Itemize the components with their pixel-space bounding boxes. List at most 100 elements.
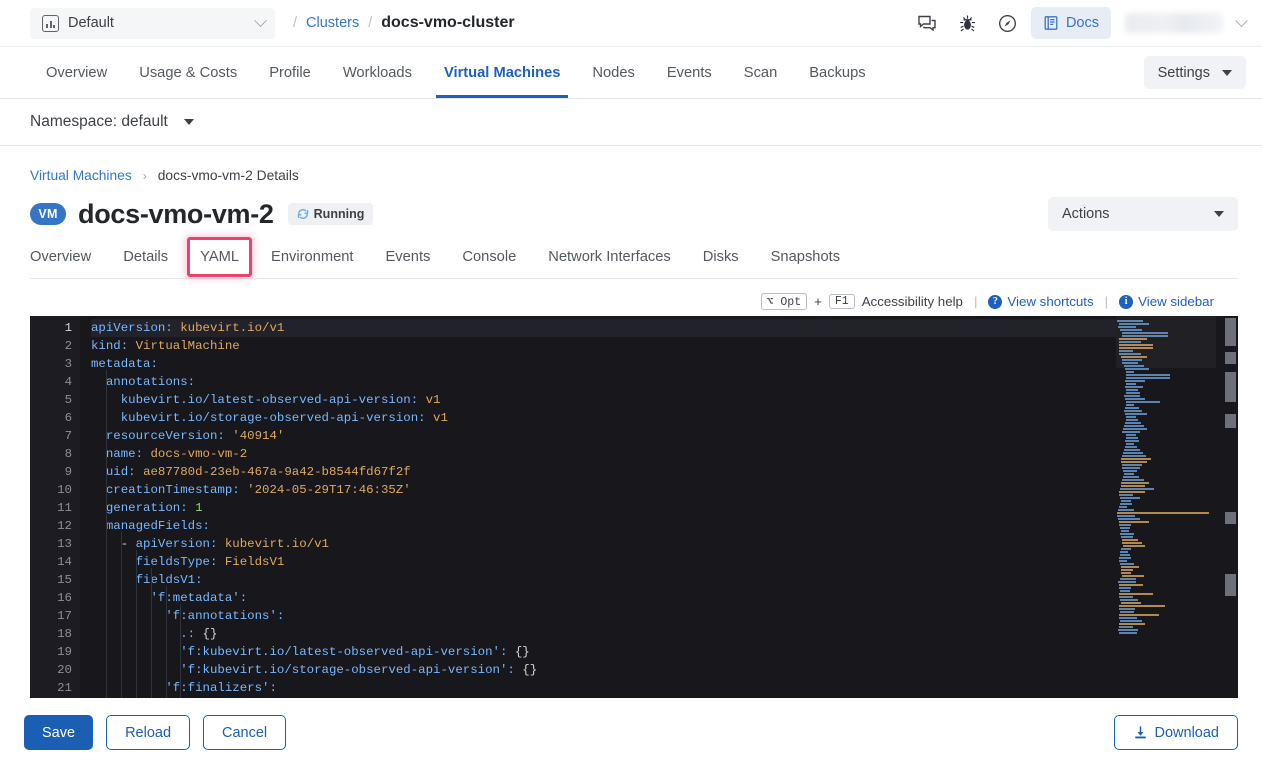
minimap-line bbox=[1116, 461, 1224, 463]
toolbar-divider: | bbox=[973, 294, 978, 309]
minimap-line bbox=[1116, 494, 1224, 496]
nav-tab-usage-costs[interactable]: Usage & Costs bbox=[123, 47, 253, 98]
vm-detail-tabs: Overview Details YAML Environment Events… bbox=[30, 237, 1238, 279]
code-line: .: {} bbox=[91, 627, 218, 641]
line-number: 6 bbox=[64, 411, 72, 425]
tab-environment[interactable]: Environment bbox=[255, 249, 369, 278]
chat-icon[interactable] bbox=[911, 7, 945, 39]
minimap-line bbox=[1116, 515, 1224, 517]
nav-tab-label: Workloads bbox=[342, 64, 412, 81]
download-button[interactable]: Download bbox=[1113, 715, 1238, 750]
minimap-line bbox=[1116, 347, 1224, 349]
user-menu[interactable] bbox=[1125, 13, 1248, 33]
line-number: 4 bbox=[64, 375, 72, 389]
tab-overview[interactable]: Overview bbox=[30, 249, 107, 278]
context-selector[interactable]: Default bbox=[30, 7, 275, 39]
indent-guide bbox=[165, 586, 167, 698]
nav-tab-nodes[interactable]: Nodes bbox=[576, 47, 650, 98]
scrollbar-decoration[interactable] bbox=[1225, 414, 1236, 428]
minimap-line bbox=[1116, 371, 1224, 373]
tab-details[interactable]: Details bbox=[107, 249, 184, 278]
breadcrumb-parent-link[interactable]: Virtual Machines bbox=[30, 168, 132, 183]
code-line: metadata: bbox=[91, 357, 158, 371]
nav-tab-workloads[interactable]: Workloads bbox=[327, 47, 428, 98]
minimap-line bbox=[1116, 335, 1224, 337]
minimap-line bbox=[1116, 488, 1224, 490]
reload-button[interactable]: Reload bbox=[106, 715, 191, 750]
code-line: uid: ae87780d-23eb-467a-9a42-b8544fd67f2… bbox=[91, 465, 411, 479]
tab-snapshots[interactable]: Snapshots bbox=[755, 249, 856, 278]
tab-events[interactable]: Events bbox=[369, 249, 446, 278]
minimap-line bbox=[1116, 434, 1224, 436]
cancel-button[interactable]: Cancel bbox=[203, 715, 287, 750]
settings-button[interactable]: Settings bbox=[1143, 56, 1246, 89]
minimap-line bbox=[1116, 452, 1224, 454]
code-line: annotations: bbox=[91, 375, 196, 389]
minimap-line bbox=[1116, 467, 1224, 469]
nav-tab-backups[interactable]: Backups bbox=[793, 47, 881, 98]
nav-tab-events[interactable]: Events bbox=[651, 47, 728, 98]
yaml-code-editor[interactable]: 1 2 3 4 5 6 7 8 9 10 11 12 13 14 15 16 17 18 19 20 21 apiVer… bbox=[30, 316, 1238, 698]
actions-dropdown[interactable]: Actions bbox=[1048, 197, 1238, 231]
breadcrumb-clusters-link[interactable]: Clusters bbox=[306, 15, 359, 31]
breadcrumb-separator-2: / bbox=[368, 15, 373, 31]
breadcrumb-top: / Clusters / docs-vmo-cluster bbox=[293, 14, 515, 32]
bug-icon[interactable] bbox=[951, 7, 985, 39]
tab-console[interactable]: Console bbox=[446, 249, 532, 278]
minimap-line bbox=[1116, 626, 1224, 628]
minimap-line bbox=[1116, 521, 1224, 523]
minimap-line bbox=[1116, 578, 1224, 580]
minimap-line bbox=[1116, 608, 1224, 610]
compass-icon[interactable] bbox=[991, 7, 1025, 39]
editor-minimap[interactable] bbox=[1116, 316, 1224, 698]
minimap-line bbox=[1116, 341, 1224, 343]
scrollbar-decoration[interactable] bbox=[1225, 574, 1236, 596]
tab-label: Snapshots bbox=[770, 249, 841, 265]
minimap-line bbox=[1116, 395, 1224, 397]
tab-label: Overview bbox=[30, 249, 92, 265]
nav-tab-label: Usage & Costs bbox=[139, 64, 238, 81]
settings-label: Settings bbox=[1157, 64, 1210, 81]
help-circle-icon: ? bbox=[988, 294, 1003, 309]
minimap-line bbox=[1116, 332, 1224, 334]
nav-tab-profile[interactable]: Profile bbox=[253, 47, 327, 98]
minimap-line bbox=[1116, 386, 1224, 388]
docs-button[interactable]: Docs bbox=[1030, 7, 1111, 39]
minimap-line bbox=[1116, 419, 1224, 421]
scrollbar-decoration[interactable] bbox=[1225, 512, 1236, 524]
nav-tab-overview[interactable]: Overview bbox=[30, 47, 123, 98]
editor-vertical-scrollbar[interactable] bbox=[1224, 316, 1238, 698]
code-line: 'f:kubevirt.io/latest-observed-api-versi… bbox=[91, 645, 530, 659]
minimap-line bbox=[1116, 605, 1224, 607]
view-shortcuts-link[interactable]: ? View shortcuts bbox=[988, 294, 1094, 309]
namespace-bar[interactable]: Namespace: default bbox=[0, 99, 1262, 146]
save-button[interactable]: Save bbox=[24, 715, 94, 750]
tab-disks[interactable]: Disks bbox=[687, 249, 755, 278]
nav-tab-virtual-machines[interactable]: Virtual Machines bbox=[428, 47, 576, 98]
page-header: VM docs-vmo-vm-2 Running Actions bbox=[30, 197, 1238, 231]
line-number: 9 bbox=[64, 465, 72, 479]
minimap-line bbox=[1116, 425, 1224, 427]
opt-key-hint: ⌥ Opt bbox=[760, 293, 808, 310]
line-number: 18 bbox=[57, 627, 72, 641]
code-line: 'f:annotations': bbox=[91, 609, 285, 623]
minimap-line bbox=[1116, 623, 1224, 625]
scrollbar-decoration[interactable] bbox=[1225, 372, 1236, 402]
scrollbar-decoration[interactable] bbox=[1225, 352, 1236, 364]
nav-tab-scan[interactable]: Scan bbox=[728, 47, 793, 98]
line-number: 8 bbox=[64, 447, 72, 461]
code-line: managedFields: bbox=[91, 519, 210, 533]
bar-chart-icon bbox=[42, 14, 59, 32]
minimap-line bbox=[1116, 566, 1224, 568]
scrollbar-decoration[interactable] bbox=[1225, 318, 1236, 346]
toolbar-divider-2: | bbox=[1104, 294, 1109, 309]
tab-network-interfaces[interactable]: Network Interfaces bbox=[532, 249, 686, 278]
user-name-redacted bbox=[1125, 13, 1223, 33]
code-line: name: docs-vmo-vm-2 bbox=[91, 447, 248, 461]
code-area[interactable]: apiVersion: kubevirt.io/v1 kind: VirtualM… bbox=[80, 316, 1116, 698]
line-number: 11 bbox=[57, 501, 72, 515]
minimap-line bbox=[1116, 413, 1224, 415]
tab-yaml[interactable]: YAML bbox=[184, 237, 255, 278]
minimap-line bbox=[1116, 536, 1224, 538]
view-sidebar-link[interactable]: i View sidebar bbox=[1119, 294, 1214, 309]
